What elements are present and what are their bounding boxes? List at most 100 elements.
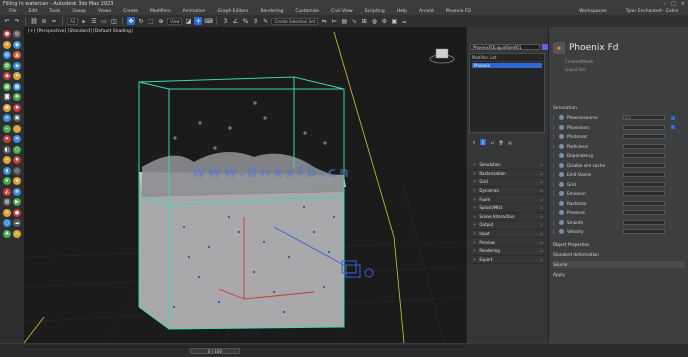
wind-icon[interactable]: ≈	[3, 124, 11, 133]
rollout-output[interactable]: + Output ⇲	[470, 221, 545, 230]
link-icon[interactable]: ⛓	[30, 17, 38, 25]
shape-icon[interactable]: ◇	[13, 166, 21, 175]
foam-icon[interactable]: ❖	[13, 93, 21, 101]
pin-icon[interactable]: ⇲	[540, 197, 545, 202]
mist-icon[interactable]: ∴	[13, 124, 21, 133]
param-spinner[interactable]	[623, 210, 665, 216]
bind-space-warp-icon[interactable]: ≈	[50, 17, 58, 25]
rotate-icon[interactable]: ↻	[137, 17, 145, 25]
keyboard-shortcut-icon[interactable]: ⌨	[204, 17, 213, 25]
grid-icon[interactable]: ▦	[3, 82, 11, 91]
ocean-icon[interactable]: ≋	[3, 114, 11, 122]
param-spinner[interactable]	[623, 229, 665, 235]
maximize-button[interactable]: □	[671, 1, 676, 7]
bubble-icon[interactable]: ○	[3, 219, 11, 227]
rollout-input[interactable]: + Input ⇲	[470, 230, 545, 239]
heat-icon[interactable]: ◭	[3, 187, 11, 196]
param-spinner[interactable]	[623, 162, 665, 168]
render-icon[interactable]: ☕	[400, 17, 408, 25]
param-spinner[interactable]	[623, 219, 665, 225]
rollout-export[interactable]: + Export ⇲	[470, 256, 545, 265]
unlink-icon[interactable]: ⊘	[40, 17, 48, 25]
named-selection-set-dropdown[interactable]: Create Selection Set	[271, 17, 319, 25]
pivot-icon[interactable]: ◪	[184, 17, 192, 25]
menu-create[interactable]: Create	[117, 9, 144, 14]
undo-icon[interactable]: ↶	[3, 17, 11, 25]
make-unique-icon[interactable]: ⊔	[489, 139, 495, 145]
particle-icon[interactable]: ✺	[3, 103, 11, 112]
globe-icon[interactable]: ◍	[3, 51, 11, 59]
view-cube[interactable]	[429, 48, 455, 64]
force-icon[interactable]: ✹	[13, 103, 21, 112]
time-slider-frame[interactable]: 0 / 100	[190, 348, 240, 354]
align-icon[interactable]: ⊨	[330, 17, 338, 25]
param-spinner[interactable]	[623, 153, 665, 159]
curve-editor-icon[interactable]: ∿	[350, 17, 358, 25]
menu-group[interactable]: Group	[66, 9, 92, 14]
spray-icon[interactable]: ✧	[3, 156, 11, 164]
collider-icon[interactable]: ⬡	[13, 145, 21, 154]
param-spinner[interactable]	[623, 181, 665, 187]
modifier-stack-item[interactable]: Phoenix	[472, 63, 542, 68]
bomb-icon[interactable]: ●	[13, 208, 21, 217]
menu-edit[interactable]: Edit	[23, 9, 44, 14]
plant-icon[interactable]: ✿	[3, 61, 11, 70]
rollout-grid[interactable]: + Grid ⇲	[470, 178, 545, 187]
window-crossing-icon[interactable]: ◫	[110, 17, 118, 25]
remove-modifier-icon[interactable]: 🗑	[498, 139, 504, 145]
sun-icon[interactable]: ☼	[3, 208, 11, 217]
spinner-snap-icon[interactable]: ⇕	[251, 17, 259, 25]
explode-icon[interactable]: ✸	[13, 156, 21, 164]
camera-icon[interactable]: ◙	[3, 93, 11, 101]
splash-icon[interactable]: ✲	[13, 135, 21, 143]
pin-icon[interactable]: ⇲	[540, 188, 545, 193]
menu-phoenix-fd[interactable]: Phoenix FD	[440, 9, 477, 14]
pin-icon[interactable]: ⇲	[540, 205, 545, 210]
selection-filter-dropdown[interactable]: All	[67, 17, 78, 25]
menu-rendering[interactable]: Rendering	[254, 9, 289, 14]
material-editor-icon[interactable]: ◍	[370, 17, 378, 25]
close-button[interactable]: ×	[681, 1, 685, 7]
rollout-dynamics[interactable]: + Dynamics ⇲	[470, 187, 545, 196]
record-icon[interactable]: ●	[3, 30, 11, 38]
modifier-stack[interactable]: Modifier List Phoenix	[469, 53, 545, 133]
move-icon[interactable]: ✥	[126, 17, 135, 25]
play-icon[interactable]: ▶	[13, 198, 21, 206]
param-spinner[interactable]	[623, 143, 665, 149]
light-icon[interactable]: ☀	[3, 40, 11, 49]
water-icon[interactable]: ◈	[13, 61, 21, 70]
percent-snap-icon[interactable]: %	[241, 17, 249, 25]
perspective-viewport[interactable]: [+] [Perspective] [Standard] [Default Sh…	[24, 27, 466, 343]
show-end-result-icon[interactable]: ┃	[480, 139, 486, 145]
emitter-icon[interactable]: ✦	[13, 72, 21, 80]
rollout-splash-mist[interactable]: + Splash/Mist ⇲	[470, 204, 545, 213]
fire-icon[interactable]: ▲	[13, 51, 21, 59]
param-spinner[interactable]	[623, 172, 665, 178]
pin-icon[interactable]: ⇲	[540, 179, 545, 184]
rollout-scene-interaction[interactable]: + Scene Interaction ⇲	[470, 213, 545, 222]
voxel-icon[interactable]: ▩	[13, 82, 21, 91]
rollout-foam[interactable]: + Foam ⇲	[470, 195, 545, 204]
pin-icon[interactable]: ⇲	[540, 214, 545, 219]
menu-customize[interactable]: Customize	[289, 9, 325, 14]
layer-icon[interactable]: ◎	[13, 30, 21, 38]
leaf-icon[interactable]: ❦	[3, 177, 11, 185]
menu-file[interactable]: File	[3, 9, 23, 14]
scale-icon[interactable]: ⬚	[147, 17, 155, 25]
menu-modifiers[interactable]: Modifiers	[144, 9, 177, 14]
param-toggle[interactable]	[671, 125, 675, 130]
viewport-label[interactable]: [+] [Perspective] [Standard] [Default Sh…	[28, 29, 133, 34]
mesher-icon[interactable]: ▣	[13, 114, 21, 122]
menu-graph-editors[interactable]: Graph Editors	[212, 9, 255, 14]
pin-icon[interactable]: ⇲	[540, 222, 545, 227]
drop-icon[interactable]: ◖	[3, 166, 11, 175]
minimize-button[interactable]: –	[664, 1, 667, 7]
tree-icon[interactable]: ♣	[3, 229, 11, 238]
edit-named-selections-icon[interactable]: ✎	[261, 17, 269, 25]
pin-icon[interactable]: ⇲	[540, 240, 545, 245]
menu-tools[interactable]: Tools	[43, 9, 66, 14]
flame-icon[interactable]: ♨	[13, 229, 21, 238]
menu-animation[interactable]: Animation	[177, 9, 212, 14]
rollout-rasterization[interactable]: + Rasterization ⇲	[470, 170, 545, 179]
star-icon[interactable]: ★	[13, 177, 21, 185]
